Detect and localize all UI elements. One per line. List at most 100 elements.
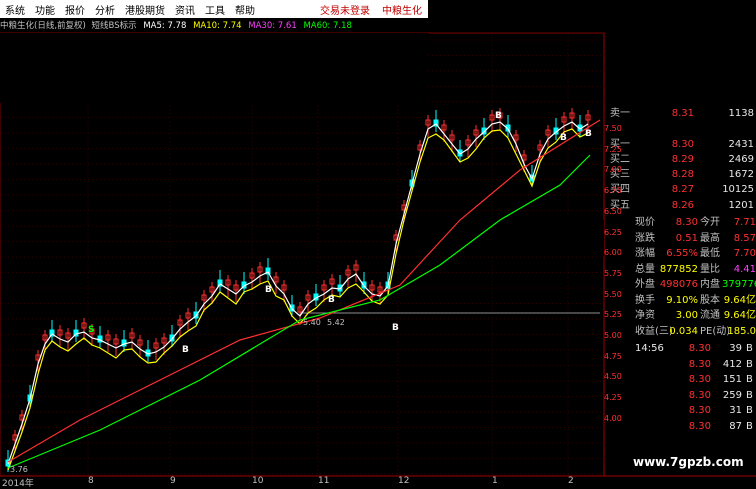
quote-volume: 10125 [722,184,754,195]
tick-volume: 39 [729,343,742,354]
stat-value: 3.00 [675,310,698,321]
quote-price: 8.31 [671,108,694,119]
tick-direction: B [746,358,753,370]
quote-row: 卖一 8.31 1138 [604,107,756,121]
stat-value: 9.10% [666,294,698,306]
ma10-line [7,128,589,471]
tick-volume: 412 [722,358,742,370]
stat-value: 379776 [722,279,756,290]
stat-value: 498076 [659,279,698,290]
quote-volume: 2469 [728,154,754,165]
menu-analysis[interactable]: 分析 [90,2,120,17]
quote-volume: 1201 [728,200,754,211]
stat-value: 8.30 [675,217,698,228]
ma5-value: MA5: 7.78 [143,21,187,31]
tick-price: 8.30 [688,358,711,370]
date-tick-label: 2 [568,476,574,486]
quote-volume: 2431 [728,139,754,150]
indicator-bar: 中粮生化(日线,前复权) 短线BS标示 MA5: 7.78 MA10: 7.74… [0,19,428,32]
price-tick-label: 6.25 [604,227,622,237]
sell-marker: S [88,325,94,335]
buy-marker: B [265,285,272,295]
menu-function[interactable]: 功能 [30,2,60,17]
date-tick-label: 9 [170,476,176,486]
buy-marker: B [585,129,592,139]
tick-direction: B [746,374,753,385]
stat-label: 涨跌 [635,232,655,244]
buy-marker: B [182,345,189,355]
stat-value: 9.64亿 [723,310,756,321]
price-tick-label: 7.00 [604,165,622,175]
price-tick-label: 4.00 [604,413,622,423]
date-tick-label: 10 [252,476,264,486]
quote-price: 8.29 [671,154,694,165]
menu-tools[interactable]: 工具 [200,2,230,17]
bs-markers: S B B B B B B B 5.40 5.42 3.76 [10,111,592,474]
buy-marker: B [328,295,335,305]
menu-hk-futures[interactable]: 港股期货 [120,2,170,17]
tick-volume: 151 [722,374,742,385]
price-tick-label: 5.50 [604,289,622,299]
stat-value: 8.57 [733,232,756,244]
price-tick-label: 6.50 [604,206,622,216]
date-tick-label: 8 [88,476,94,486]
ma30-line [7,119,601,463]
moving-average-lines [7,119,601,471]
quote-price: 8.28 [671,169,694,180]
price-tick-label: 5.00 [604,331,622,340]
tick-direction: B [746,405,753,416]
ma30-value: MA30: 7.61 [248,21,297,31]
stat-label: 量比 [700,263,720,275]
quote-price: 8.26 [671,200,694,211]
stat-value: 185.0 [727,325,756,337]
trade-login-status[interactable]: 交易未登录 [314,2,376,17]
stat-label: 现价 [635,217,655,228]
quote-volume: 1672 [728,169,754,180]
stat-label: 内盘 [700,279,720,290]
price-tick-label: 5.75 [604,268,622,278]
menu-bar: 系统 功能 报价 分析 港股期货 资讯 工具 帮助 交易未登录 中粮生化 [0,0,428,18]
indicator-name[interactable]: 短线BS标示 [92,21,137,31]
price-tick-label: 7.25 [604,144,622,154]
quote-price: 8.27 [671,184,694,195]
menu-help[interactable]: 帮助 [230,2,260,17]
menu-system[interactable]: 系统 [0,2,30,17]
candlesticks [5,108,591,472]
tick-price: 8.30 [688,374,711,385]
menu-news[interactable]: 资讯 [170,2,200,17]
stat-label: 今开 [700,217,720,228]
tick-price: 8.30 [688,389,711,401]
date-tick-label: 12 [398,476,410,486]
menu-quote[interactable]: 报价 [60,2,90,17]
ma10-value: MA10: 7.74 [193,21,242,31]
watermark: www.7gpzb.com [633,455,744,469]
tick-direction: B [746,420,753,432]
stat-value: 0.034 [669,325,698,337]
chart-obscured-top [0,33,428,103]
date-tick-label: 1 [492,476,498,486]
date-tick-label: 2014年 [2,479,34,489]
price-tick-label: 6.75 [604,186,622,196]
tick-price: 8.30 [688,420,711,432]
date-tick-label: 11 [318,476,330,486]
stat-label: 外盘 [635,279,655,290]
tick-volume: 259 [722,389,742,401]
quote-label: 卖一 [610,108,630,119]
quote-price: 8.30 [671,139,694,150]
stat-value: 7.71 [733,217,756,228]
chart-obscured-mid [395,220,604,256]
price-tick-label: 4.50 [604,372,622,382]
stock-name-title: 中粮生化 [382,5,422,17]
stat-label: 最高 [700,232,720,244]
tick-price: 8.30 [688,343,711,354]
low-price-label: 5.40 [303,318,321,327]
start-price-label: 3.76 [10,465,28,474]
tick-direction: B [746,389,753,401]
price-tick-label: 7.50 [604,124,622,133]
stat-label: 总量 [635,263,655,275]
stat-value: 0.51 [675,232,698,244]
buy-marker: B [560,133,567,143]
price-tick-label: 6.00 [604,248,622,258]
stat-value: 4.41 [733,263,756,275]
chart-title: 中粮生化(日线,前复权) [0,21,86,31]
